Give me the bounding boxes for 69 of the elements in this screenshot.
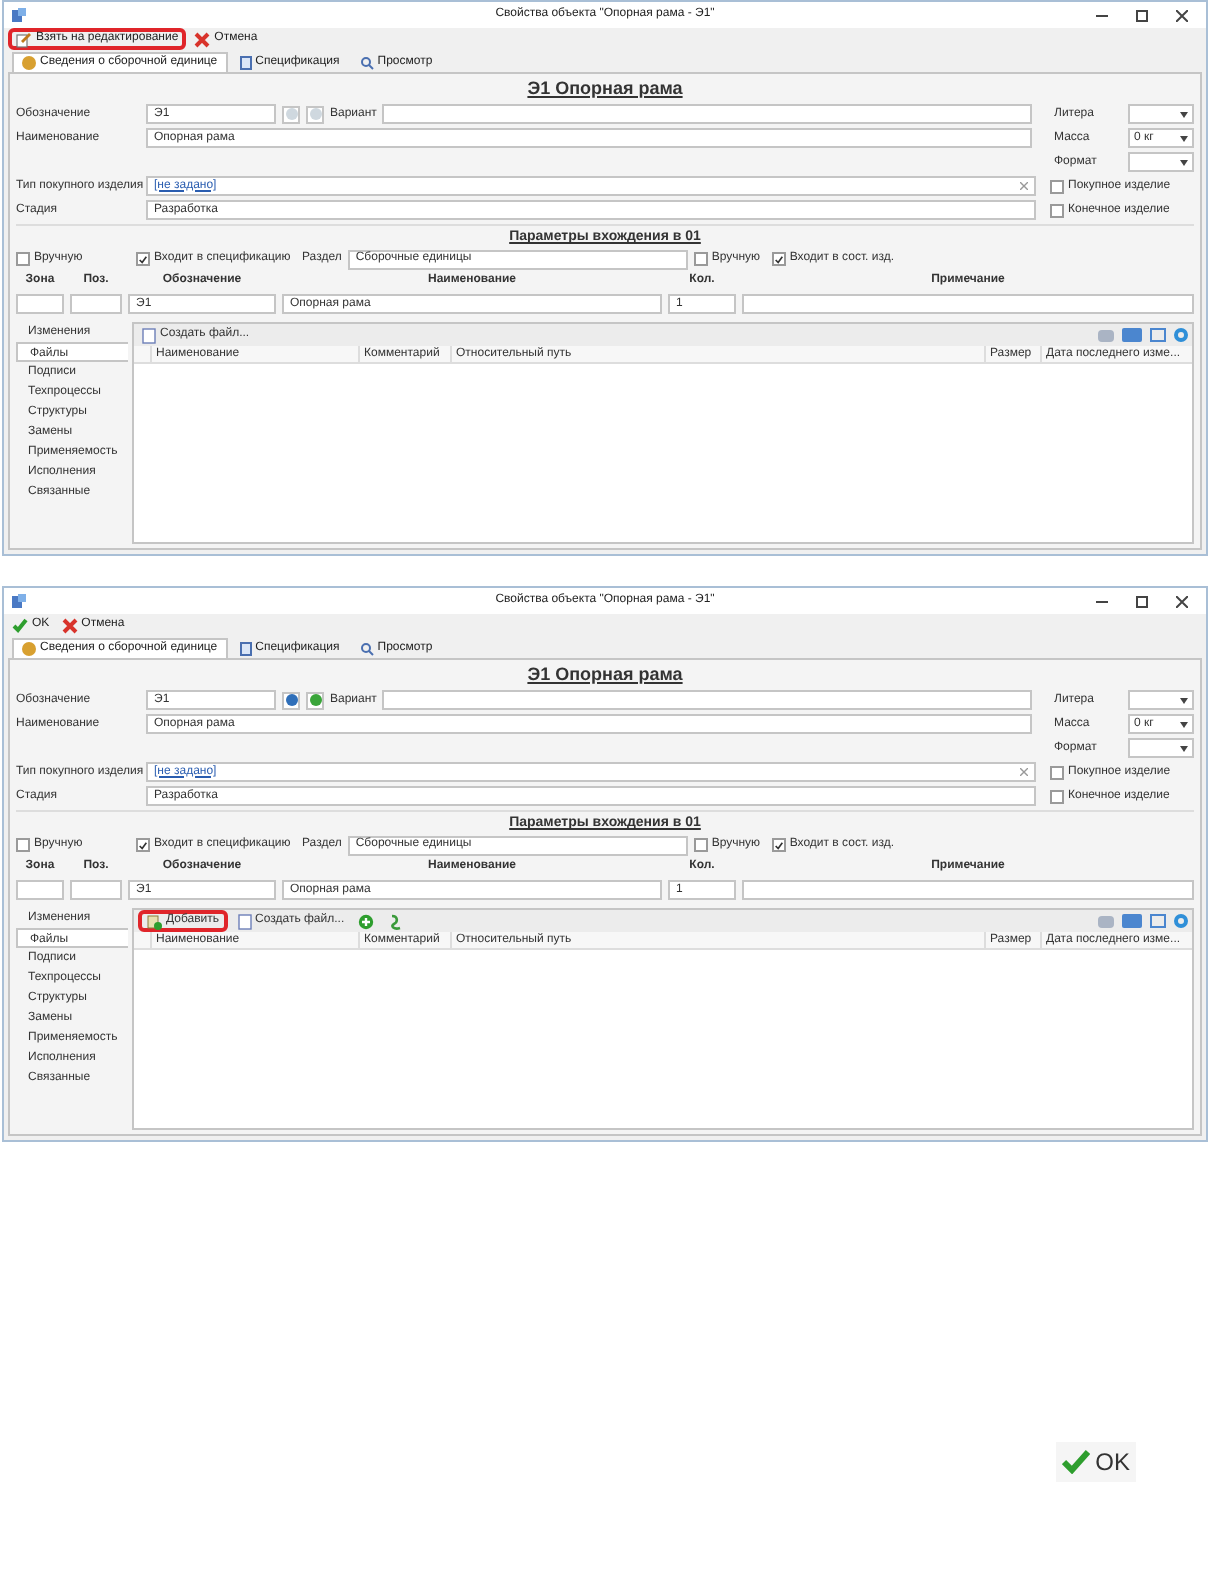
position-field[interactable] <box>70 294 122 314</box>
checkbox[interactable] <box>693 252 708 266</box>
checkbox[interactable] <box>1050 765 1064 779</box>
app-icon <box>10 6 28 24</box>
checkbox[interactable] <box>136 838 150 852</box>
litera-select[interactable] <box>1128 104 1194 124</box>
checkbox[interactable] <box>693 838 708 852</box>
forward-button[interactable] <box>306 691 324 709</box>
check-icon <box>12 617 28 633</box>
check-icon <box>138 253 148 265</box>
format-select[interactable] <box>1128 152 1194 172</box>
checkbox[interactable] <box>1050 203 1064 217</box>
search-icon <box>359 55 374 69</box>
settings-icon[interactable] <box>1098 915 1114 927</box>
close-icon <box>194 31 211 47</box>
back-button[interactable] <box>282 691 300 709</box>
checkbox[interactable] <box>136 252 150 266</box>
minimize-icon[interactable] <box>1096 9 1108 21</box>
close-icon[interactable] <box>1176 9 1188 21</box>
checkbox[interactable] <box>16 252 30 266</box>
refresh-icon[interactable] <box>1174 914 1188 928</box>
clear-icon <box>1020 768 1028 776</box>
variant-field[interactable] <box>382 690 1032 710</box>
files-icon <box>146 913 162 929</box>
note-field[interactable] <box>742 880 1194 900</box>
checkbox[interactable] <box>1050 789 1064 803</box>
variant-field[interactable] <box>382 104 1032 124</box>
document-icon <box>239 641 252 655</box>
pencil-icon <box>16 31 32 47</box>
minimize-icon[interactable] <box>1096 595 1108 607</box>
dropdown-icon <box>1180 135 1188 141</box>
clear-icon <box>1020 182 1028 190</box>
search-icon <box>359 641 374 655</box>
maximize-icon[interactable] <box>1136 9 1148 21</box>
checkbox[interactable] <box>16 838 30 852</box>
toolbar-icon-button[interactable] <box>354 910 379 932</box>
info-icon <box>22 56 36 70</box>
info-icon <box>22 642 36 656</box>
zone-field[interactable] <box>16 880 64 900</box>
ok-button[interactable]: OK <box>1055 1442 1136 1482</box>
check-icon <box>138 839 148 851</box>
note-field[interactable] <box>742 294 1194 314</box>
check-icon <box>1061 1450 1090 1474</box>
litera-select[interactable] <box>1128 690 1194 710</box>
object-heading: Э1 Опорная рама <box>525 76 685 102</box>
format-select[interactable] <box>1128 738 1194 758</box>
maximize-icon[interactable] <box>1136 595 1148 607</box>
refresh-icon[interactable] <box>1174 328 1188 342</box>
dropdown-icon <box>1180 721 1188 727</box>
settings-icon[interactable] <box>1098 329 1114 341</box>
dropdown-icon <box>1180 745 1188 751</box>
table-icon[interactable] <box>1150 914 1166 928</box>
checkbox[interactable] <box>771 838 786 852</box>
check-icon <box>773 839 784 851</box>
close-icon <box>61 617 78 633</box>
position-field[interactable] <box>70 880 122 900</box>
checkbox[interactable] <box>771 252 786 266</box>
link-icon <box>388 913 405 929</box>
dropdown-icon <box>1180 159 1188 165</box>
dropdown-icon <box>1180 111 1188 117</box>
check-icon <box>773 253 784 265</box>
checkbox[interactable] <box>1050 179 1064 193</box>
dropdown-icon <box>1180 697 1188 703</box>
app-icon <box>10 592 28 610</box>
table-icon[interactable] <box>1150 328 1166 342</box>
object-heading: Э1 Опорная рама <box>525 662 685 688</box>
zone-field[interactable] <box>16 294 64 314</box>
close-icon[interactable] <box>1176 595 1188 607</box>
document-icon <box>239 55 252 69</box>
